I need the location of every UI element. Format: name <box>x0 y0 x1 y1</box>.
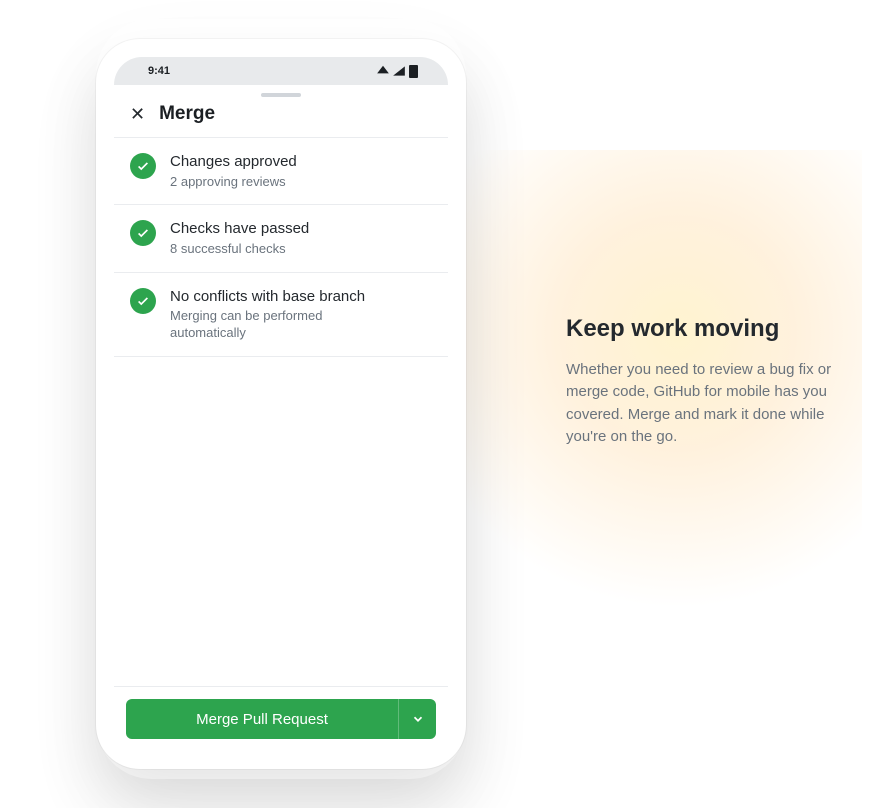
marketing-headline: Keep work moving <box>566 315 866 343</box>
merge-checks-list: Changes approved 2 approving reviews Che… <box>114 138 448 686</box>
status-time: 9:41 <box>148 65 170 77</box>
phone-screen: 9:41 ✕ Merge Changes appro <box>114 57 448 751</box>
check-icon <box>130 220 156 246</box>
check-subtitle: 2 approving reviews <box>170 174 297 191</box>
sheet-footer: Merge Pull Request <box>114 686 448 751</box>
chevron-down-icon <box>411 712 425 726</box>
list-item: Checks have passed 8 successful checks <box>114 205 448 272</box>
merge-button[interactable]: Merge Pull Request <box>126 699 398 739</box>
check-subtitle: Merging can be performed automatically <box>170 308 370 342</box>
check-subtitle: 8 successful checks <box>170 241 309 258</box>
battery-icon <box>409 65 418 78</box>
phone-mockup: 9:41 ✕ Merge Changes appro <box>96 39 466 769</box>
marketing-body: Whether you need to review a bug fix or … <box>566 359 866 449</box>
check-icon <box>130 288 156 314</box>
list-item: No conflicts with base branch Merging ca… <box>114 273 448 357</box>
marketing-copy: Keep work moving Whether you need to rev… <box>566 315 866 449</box>
cell-icon <box>392 64 406 78</box>
check-title: Checks have passed <box>170 219 309 239</box>
close-icon[interactable]: ✕ <box>130 105 145 123</box>
wifi-icon <box>376 64 390 78</box>
status-bar: 9:41 <box>114 57 448 85</box>
drag-handle-icon[interactable] <box>261 93 301 97</box>
list-item: Changes approved 2 approving reviews <box>114 138 448 205</box>
check-icon <box>130 153 156 179</box>
sheet-title: Merge <box>159 103 215 125</box>
check-title: No conflicts with base branch <box>170 287 370 307</box>
merge-options-button[interactable] <box>398 699 436 739</box>
check-title: Changes approved <box>170 152 297 172</box>
sheet-header: ✕ Merge <box>114 85 448 138</box>
status-indicators <box>376 64 418 78</box>
